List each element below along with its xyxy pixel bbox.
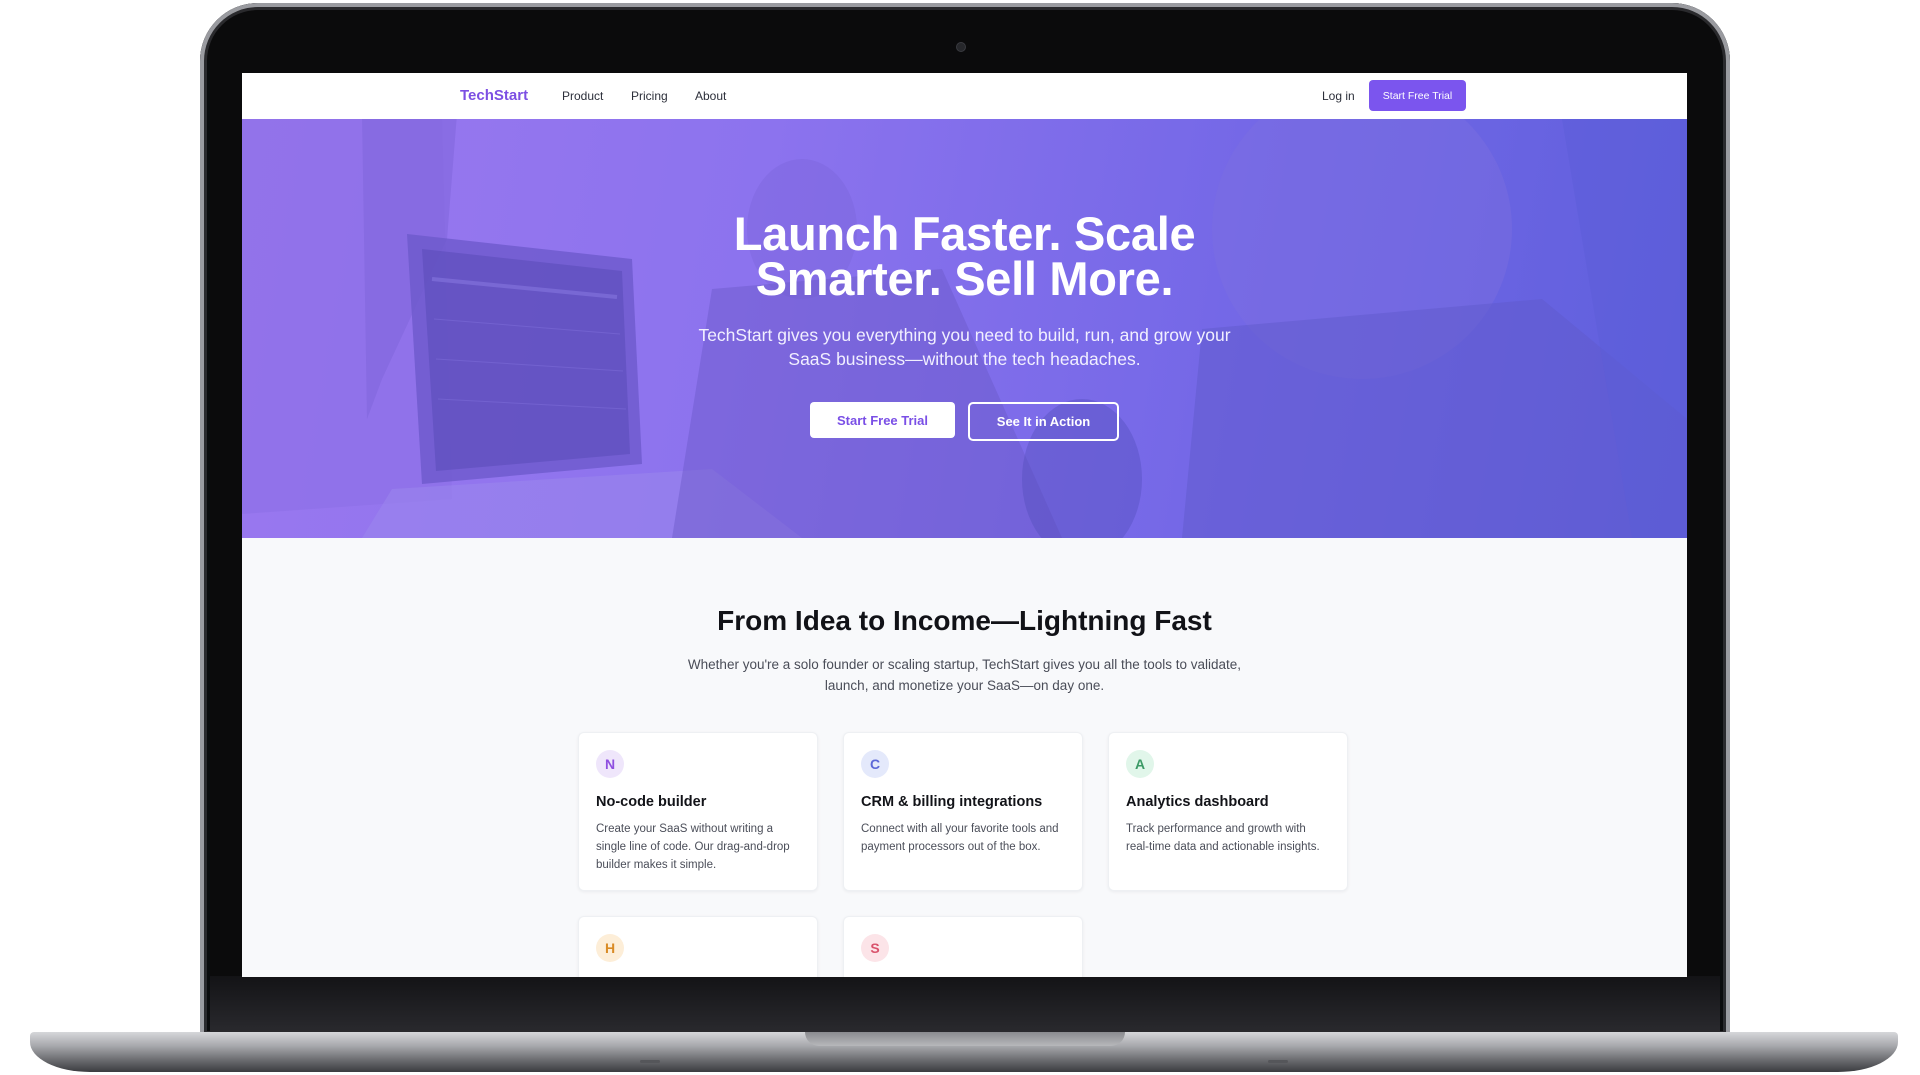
laptop-frame: TechStart Product Pricing About Log in S… bbox=[0, 0, 1920, 1075]
camera-icon bbox=[956, 42, 966, 52]
feature-card-title: No-code builder bbox=[596, 794, 707, 810]
laptop-notch bbox=[805, 1032, 1125, 1046]
hero-title-line-2: Smarter. Sell More. bbox=[755, 252, 1174, 305]
laptop-foot bbox=[640, 1060, 660, 1063]
features-subtitle: Whether you're a solo founder or scaling… bbox=[687, 657, 1242, 693]
feature-badge: A bbox=[1126, 750, 1154, 778]
see-it-in-action-button[interactable]: See It in Action bbox=[968, 402, 1119, 441]
feature-badge: N bbox=[596, 750, 624, 778]
feature-card-description: Track performance and growth with real-t… bbox=[1126, 823, 1320, 853]
laptop-foot bbox=[1268, 1060, 1288, 1063]
nav-link-pricing[interactable]: Pricing bbox=[631, 89, 668, 103]
brand-logo[interactable]: TechStart bbox=[460, 87, 528, 104]
hero-section: Launch Faster. Scale Smarter. Sell More.… bbox=[242, 119, 1687, 538]
top-nav: TechStart Product Pricing About Log in S… bbox=[242, 73, 1687, 120]
feature-card-s: S bbox=[843, 916, 1083, 977]
feature-badge: S bbox=[861, 934, 889, 962]
nav-link-product[interactable]: Product bbox=[562, 89, 603, 103]
browser-viewport: TechStart Product Pricing About Log in S… bbox=[242, 73, 1687, 977]
login-link[interactable]: Log in bbox=[1322, 89, 1355, 103]
feature-card-description: Connect with all your favorite tools and… bbox=[861, 823, 1059, 853]
feature-card-crm: C CRM & billing integrations Connect wit… bbox=[843, 732, 1083, 891]
laptop-bezel bbox=[210, 976, 1720, 1036]
feature-badge: C bbox=[861, 750, 889, 778]
hero-title-line-1: Launch Faster. Scale bbox=[733, 207, 1196, 260]
feature-card-analytics: A Analytics dashboard Track performance … bbox=[1108, 732, 1348, 891]
feature-card-h: H bbox=[578, 916, 818, 977]
hero-title: Launch Faster. Scale Smarter. Sell More. bbox=[242, 207, 1687, 305]
nav-start-trial-button[interactable]: Start Free Trial bbox=[1369, 80, 1466, 111]
feature-badge: H bbox=[596, 934, 624, 962]
feature-card-title: CRM & billing integrations bbox=[861, 794, 1043, 810]
feature-card-title: Analytics dashboard bbox=[1126, 794, 1269, 810]
hero-subtitle: TechStart gives you everything you need … bbox=[698, 325, 1231, 369]
features-title: From Idea to Income—Lightning Fast bbox=[717, 605, 1212, 636]
hero-start-trial-button[interactable]: Start Free Trial bbox=[810, 402, 955, 438]
feature-card-no-code: N No-code builder Create your SaaS witho… bbox=[578, 732, 818, 891]
nav-link-about[interactable]: About bbox=[695, 89, 726, 103]
feature-card-description: Create your SaaS without writing a singl… bbox=[596, 823, 790, 871]
